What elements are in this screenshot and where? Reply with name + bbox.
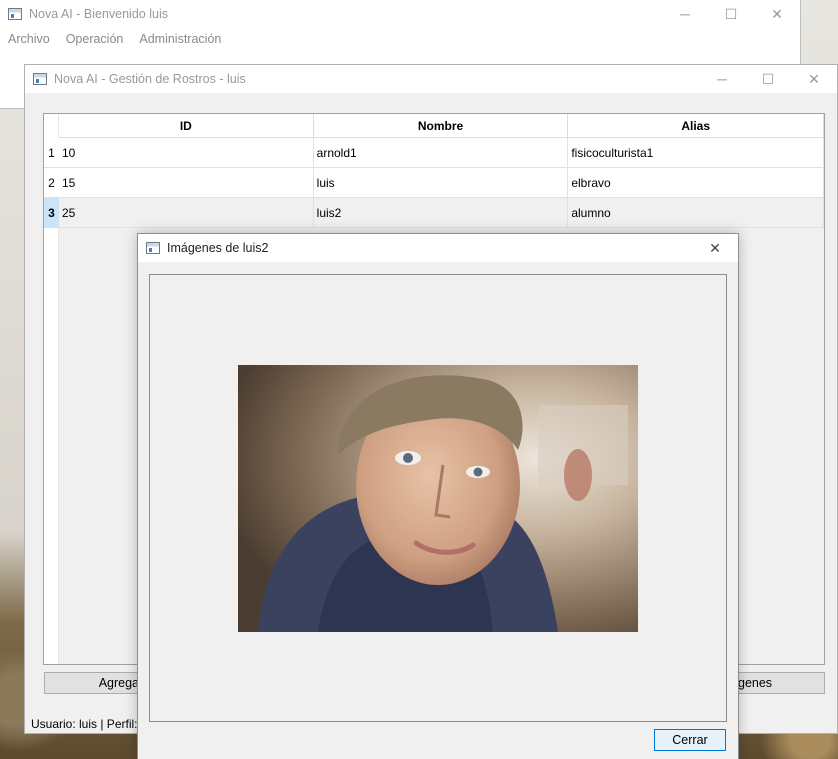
close-button[interactable]: ✕ xyxy=(791,65,837,93)
image-frame xyxy=(149,274,727,722)
status-bar: Usuario: luis | Perfil: xyxy=(31,717,138,731)
cell-nombre[interactable]: luis2 xyxy=(314,198,569,227)
cell-alias[interactable]: elbravo xyxy=(568,168,824,197)
dialog-title: Imágenes de luis2 xyxy=(167,241,269,255)
column-header-alias[interactable]: Alias xyxy=(568,114,825,137)
minimize-button[interactable]: ─ xyxy=(699,65,745,93)
app-icon xyxy=(146,242,160,254)
minimize-button[interactable]: ─ xyxy=(662,0,708,28)
portrait-illustration xyxy=(238,365,638,632)
cell-id[interactable]: 10 xyxy=(59,138,314,167)
view-images-button[interactable]: genes xyxy=(737,672,825,694)
menu-archivo[interactable]: Archivo xyxy=(8,32,50,46)
app-icon xyxy=(8,8,22,20)
faces-titlebar[interactable]: Nova AI - Gestión de Rostros - luis ─ ☐ … xyxy=(25,65,837,93)
close-button[interactable]: ✕ xyxy=(754,0,800,28)
column-header-nombre[interactable]: Nombre xyxy=(314,114,569,137)
view-images-button-label: genes xyxy=(738,676,773,690)
table-row[interactable]: 2 15 luis elbravo xyxy=(44,168,824,198)
row-number[interactable]: 1 xyxy=(44,138,59,167)
images-dialog: Imágenes de luis2 ✕ Cerrar xyxy=(137,233,739,759)
row-number[interactable]: 2 xyxy=(44,168,59,197)
cell-id[interactable]: 15 xyxy=(59,168,314,197)
close-dialog-button[interactable]: Cerrar xyxy=(654,729,726,751)
column-header-id[interactable]: ID xyxy=(59,114,314,137)
faces-window-title: Nova AI - Gestión de Rostros - luis xyxy=(54,72,246,86)
cell-nombre[interactable]: arnold1 xyxy=(314,138,569,167)
main-window-title: Nova AI - Bienvenido luis xyxy=(29,7,168,21)
menubar: Archivo Operación Administración xyxy=(0,28,800,50)
cell-alias[interactable]: alumno xyxy=(568,198,824,227)
add-face-button-label: Agrega xyxy=(98,676,139,690)
cell-nombre[interactable]: luis xyxy=(314,168,569,197)
add-face-button[interactable]: Agrega xyxy=(44,672,144,694)
dialog-titlebar[interactable]: Imágenes de luis2 ✕ xyxy=(138,234,738,262)
main-titlebar[interactable]: Nova AI - Bienvenido luis ─ ☐ ✕ xyxy=(0,0,800,28)
table-row[interactable]: 1 10 arnold1 fisicoculturista1 xyxy=(44,138,824,168)
menu-administracion[interactable]: Administración xyxy=(139,32,221,46)
row-number[interactable]: 3 xyxy=(44,198,59,227)
close-button[interactable]: ✕ xyxy=(692,234,738,262)
app-icon xyxy=(33,73,47,85)
table-header: ID Nombre Alias xyxy=(59,114,825,138)
menu-operacion[interactable]: Operación xyxy=(66,32,124,46)
portrait-photo xyxy=(238,365,638,632)
maximize-button[interactable]: ☐ xyxy=(745,65,791,93)
cell-id[interactable]: 25 xyxy=(59,198,314,227)
maximize-button[interactable]: ☐ xyxy=(708,0,754,28)
cell-alias[interactable]: fisicoculturista1 xyxy=(568,138,824,167)
table-row-selected[interactable]: 3 25 luis2 alumno xyxy=(44,198,824,228)
